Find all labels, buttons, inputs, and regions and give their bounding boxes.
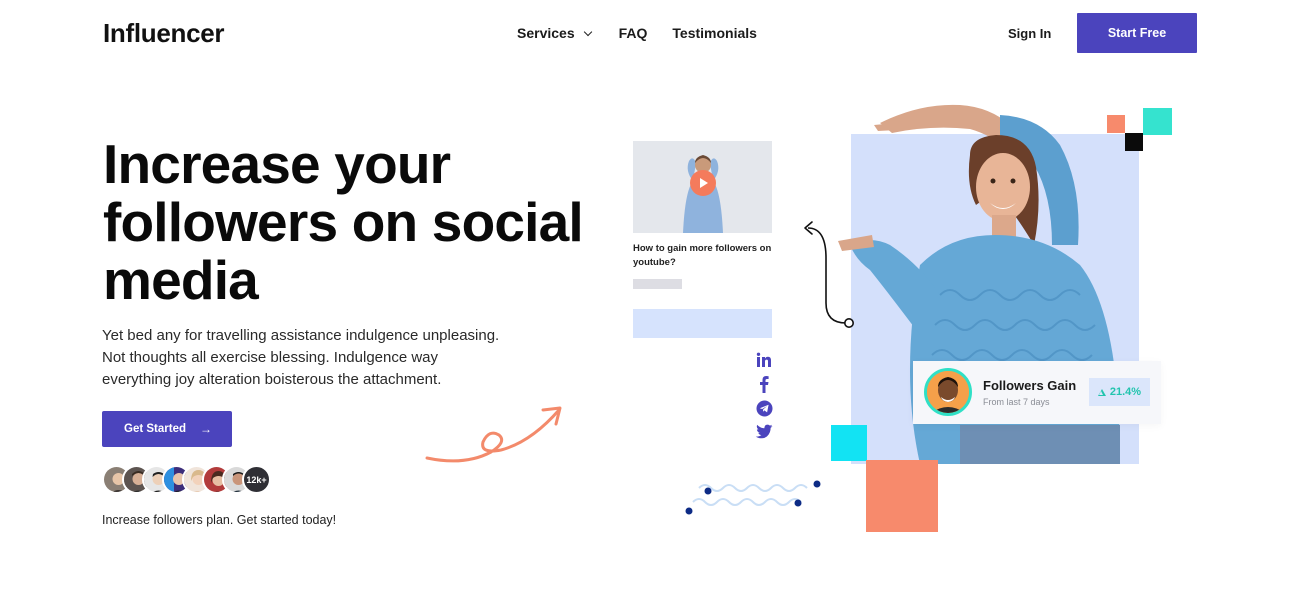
video-meta-placeholder xyxy=(633,279,682,289)
hero-note: Increase followers plan. Get started tod… xyxy=(102,513,337,527)
menu-item-services[interactable]: Services xyxy=(517,25,592,41)
hero-title: Increase your followers on social media xyxy=(103,135,623,309)
menu-item-faq[interactable]: FAQ xyxy=(619,25,648,41)
growth-value: 21.4% xyxy=(1109,386,1142,398)
video-thumbnail[interactable] xyxy=(633,141,772,233)
facebook-icon[interactable] xyxy=(756,375,772,393)
linkedin-icon[interactable] xyxy=(756,352,772,368)
connector-arrow-line xyxy=(804,221,854,329)
decorative-square xyxy=(831,425,867,461)
video-progress-placeholder xyxy=(633,309,772,338)
get-started-label: Get Started xyxy=(124,423,186,435)
main-menu: Services FAQ Testimonials xyxy=(517,25,757,41)
top-navigation: Influencer Services FAQ Testimonials Sig… xyxy=(0,0,1311,68)
decorative-square xyxy=(1107,115,1125,133)
menu-item-label: Testimonials xyxy=(672,25,757,41)
decorative-wavy-lines xyxy=(685,480,821,515)
hero-description-line: Not thoughts all exercise blessing. Indu… xyxy=(102,349,439,366)
hero-description-line: Yet bed any for travelling assistance in… xyxy=(102,327,500,344)
telegram-icon[interactable] xyxy=(756,400,773,417)
trend-up-icon xyxy=(1097,388,1106,396)
follower-avatars: 12k+ xyxy=(102,465,271,494)
followers-gain-card: Followers Gain From last 7 days 21.4% xyxy=(913,361,1161,424)
chevron-down-icon xyxy=(583,27,592,36)
avatar xyxy=(924,368,972,416)
arrow-right-icon: → xyxy=(200,422,212,436)
decorative-square xyxy=(1143,108,1172,135)
menu-item-label: FAQ xyxy=(618,25,648,41)
decorative-square xyxy=(1125,133,1143,151)
video-card[interactable]: How to gain more followers on youtube? xyxy=(633,141,772,289)
sign-in-link[interactable]: Sign In xyxy=(1008,26,1051,41)
get-started-button[interactable]: Get Started → xyxy=(102,411,232,447)
growth-badge: 21.4% xyxy=(1089,378,1150,406)
hero-description-line: everything joy alteration boisterous the… xyxy=(102,371,442,388)
hero-title-line: Increase your xyxy=(103,133,451,195)
decorative-square xyxy=(866,460,938,532)
twitter-icon[interactable] xyxy=(755,424,773,439)
avatar-count-badge: 12k+ xyxy=(242,465,271,494)
play-icon xyxy=(700,178,708,188)
hero-title-line: followers on social xyxy=(103,191,584,253)
stat-title: Followers Gain xyxy=(983,378,1077,393)
hero-title-line: media xyxy=(103,249,259,311)
video-caption[interactable]: How to gain more followers on youtube? xyxy=(633,242,772,270)
start-free-button[interactable]: Start Free xyxy=(1077,13,1197,53)
hero-description: Yet bed any for travelling assistance in… xyxy=(102,325,542,391)
menu-item-testimonials[interactable]: Testimonials xyxy=(672,25,757,41)
decorative-swirl-arrow xyxy=(425,406,562,463)
social-links xyxy=(752,352,776,439)
menu-item-label: Services xyxy=(517,25,575,41)
logo[interactable]: Influencer xyxy=(103,18,225,49)
stat-subtitle: From last 7 days xyxy=(983,397,1050,407)
play-button[interactable] xyxy=(690,170,716,196)
